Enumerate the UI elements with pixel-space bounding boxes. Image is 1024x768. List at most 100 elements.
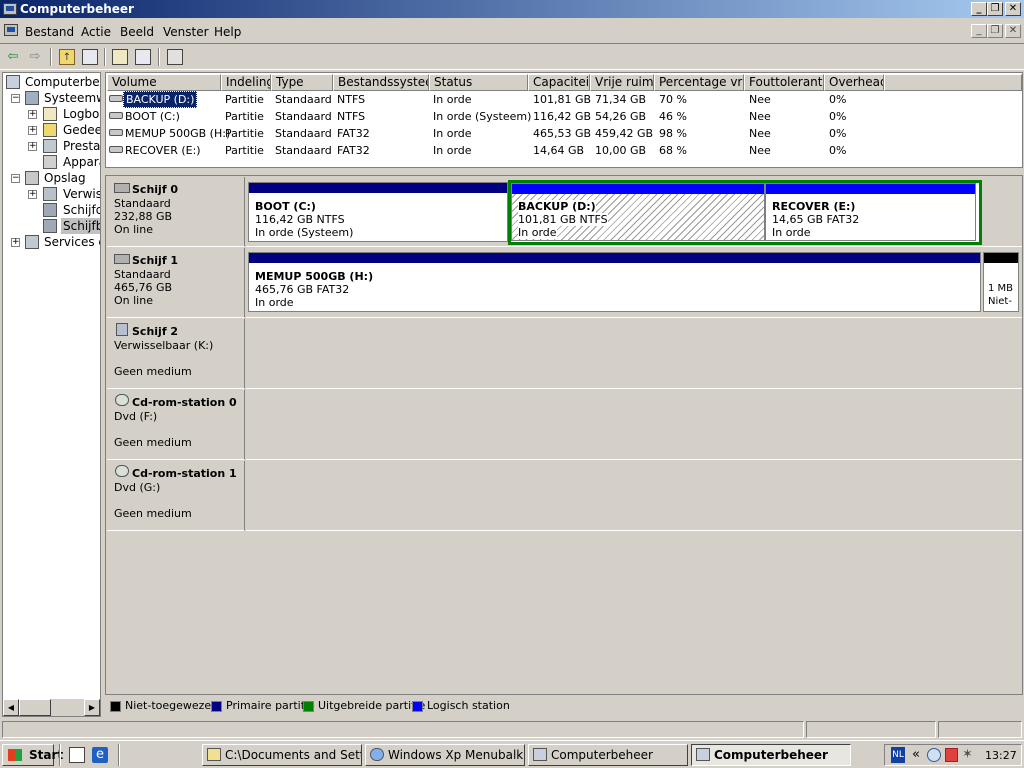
partition-backup[interactable]: BACKUP (D:) 101,81 GB NTFS In orde — [511, 183, 765, 241]
column-header-percentage-vrij[interactable]: Percentage vrij — [654, 74, 744, 91]
security-shield-icon[interactable] — [945, 748, 958, 762]
taskbar-button-computerbeheer[interactable]: Computerbeheer — [528, 744, 688, 766]
tree-item-verwisselbare-opslag[interactable]: Verwisselbare opslag — [63, 186, 100, 202]
network-icon[interactable] — [927, 748, 941, 762]
partition-info: 14,65 GB FAT32 — [772, 213, 860, 226]
child-restore-button[interactable]: ❐ — [987, 24, 1003, 38]
scroll-thumb[interactable] — [19, 699, 51, 716]
close-button[interactable]: ✕ — [1005, 2, 1021, 16]
tree-item-apparaatbeheer[interactable]: Apparaatbeheer — [63, 154, 100, 170]
mdi-child-icon[interactable] — [4, 24, 18, 36]
tree-item-services[interactable]: Services en toepassingen — [44, 234, 100, 250]
disk-name: Schijf 0 — [132, 183, 179, 196]
primary-partition-bar — [249, 183, 507, 193]
partition-recover[interactable]: RECOVER (E:) 14,65 GB FAT32 In orde — [765, 183, 976, 241]
properties-icon[interactable] — [112, 49, 128, 65]
column-header-bestandssysteem[interactable]: Bestandssysteem — [333, 74, 429, 91]
menu-beeld[interactable]: Beeld — [120, 25, 154, 39]
menu-actie[interactable]: Actie — [81, 25, 111, 39]
tree-item-systeemwerkset[interactable]: Systeemwerkset — [44, 90, 100, 106]
taskbar-button-browser[interactable]: Windows Xp Menubalk v... — [365, 744, 525, 766]
cd-drive-icon — [115, 465, 129, 477]
column-header-status[interactable]: Status — [429, 74, 528, 91]
toolbar-separator — [50, 48, 52, 66]
disk-1-partitions: MEMUP 500GB (H:) 465,76 GB FAT32 In orde… — [246, 248, 1022, 318]
column-header-fouttolerantie[interactable]: Fouttolerantie — [744, 74, 824, 91]
table-cell: Standaard — [275, 93, 332, 106]
menu-venster[interactable]: Venster — [163, 25, 209, 39]
child-close-button[interactable]: ✕ — [1005, 24, 1021, 38]
disk-2-label[interactable]: Schijf 2 Verwisselbaar (K:) Geen medium — [107, 319, 245, 389]
table-row[interactable]: BACKUP (D:) — [123, 91, 198, 108]
table-row[interactable]: MEMUP 500GB (H:) — [125, 125, 230, 142]
show-hidden-icons-chevron[interactable]: « — [912, 747, 920, 762]
expand-icon[interactable]: + — [28, 126, 37, 135]
disk-type: Verwisselbaar (K:) — [114, 339, 214, 352]
tree-item-computerbeheer[interactable]: Computerbeheer — [25, 74, 100, 90]
menu-bestand[interactable]: Bestand — [25, 25, 74, 39]
tree-item-logboeken[interactable]: Logboeken — [63, 106, 100, 122]
graphical-disk-view: Schijf 0 Standaard 232,88 GB On line BOO… — [105, 175, 1023, 695]
tree-horizontal-scrollbar[interactable]: ◀ ▶ — [3, 699, 100, 716]
expand-icon[interactable]: + — [28, 190, 37, 199]
menu-help[interactable]: Help — [214, 25, 241, 39]
table-cell: 0% — [829, 144, 847, 157]
scroll-right-icon[interactable]: ▶ — [84, 699, 100, 716]
restore-button[interactable]: ❐ — [987, 2, 1003, 16]
collapse-icon[interactable]: − — [11, 94, 20, 103]
export-icon[interactable] — [135, 49, 151, 65]
minimize-button[interactable]: _ — [971, 2, 987, 16]
help-icon[interactable] — [167, 49, 183, 65]
title-bar[interactable]: Computerbeheer _ ❐ ✕ — [0, 0, 1024, 18]
table-cell: FAT32 — [337, 144, 370, 157]
show-tree-icon[interactable] — [82, 49, 98, 65]
partition-memup[interactable]: MEMUP 500GB (H:) 465,76 GB FAT32 In orde — [248, 252, 981, 312]
expand-icon[interactable]: + — [11, 238, 20, 247]
disk-type: Dvd (F:) — [114, 410, 158, 423]
column-header-empty — [884, 74, 1022, 91]
taskbar-button-documents[interactable]: C:\Documents and Settin... — [202, 744, 362, 766]
table-cell: Partitie — [225, 144, 264, 157]
antivirus-icon[interactable]: ✶ — [962, 747, 973, 762]
column-header-indeling[interactable]: Indeling — [221, 74, 271, 91]
column-header-capaciteit[interactable]: Capaciteit — [528, 74, 590, 91]
table-cell: Nee — [749, 127, 771, 140]
legend-primary: Primaire partitie — [226, 699, 315, 712]
up-folder-icon[interactable]: ↑ — [59, 49, 75, 65]
quicklaunch-app-icon[interactable]: e — [92, 747, 108, 763]
column-header-overhead[interactable]: Overhead — [824, 74, 884, 91]
table-cell: 54,26 GB — [595, 110, 647, 123]
child-minimize-button[interactable]: _ — [971, 24, 987, 38]
cdrom-1-label[interactable]: Cd-rom-station 1 Dvd (G:) Geen medium — [107, 461, 245, 531]
disk-0-label[interactable]: Schijf 0 Standaard 232,88 GB On line — [107, 177, 245, 247]
forward-arrow-icon[interactable]: ⇨ — [27, 49, 43, 65]
pane-splitter[interactable] — [105, 168, 1023, 175]
expand-icon[interactable]: + — [28, 110, 37, 119]
show-desktop-icon[interactable] — [69, 747, 85, 763]
taskbar-button-computerbeheer-active[interactable]: Computerbeheer — [691, 744, 851, 766]
start-button[interactable]: Start — [2, 744, 63, 766]
cdrom-0-label[interactable]: Cd-rom-station 0 Dvd (F:) Geen medium — [107, 390, 245, 460]
tree-item-prestaties[interactable]: Prestatiel — [63, 138, 100, 154]
unallocated-bar — [984, 253, 1018, 263]
tree-item-schijfdefragmentatie[interactable]: Schijfdefragmentatie — [63, 202, 100, 218]
disk-1-label[interactable]: Schijf 1 Standaard 465,76 GB On line — [107, 248, 245, 318]
language-indicator[interactable]: NL — [891, 747, 905, 763]
table-row[interactable]: BOOT (C:) — [125, 108, 180, 125]
tree-item-opslag[interactable]: Opslag — [44, 170, 86, 186]
table-cell: NTFS — [337, 93, 366, 106]
expand-icon[interactable]: + — [28, 142, 37, 151]
unallocated-space[interactable]: 1 MB Niet- — [983, 252, 1019, 312]
partition-boot[interactable]: BOOT (C:) 116,42 GB NTFS In orde (Systee… — [248, 182, 508, 242]
column-header-vrije-ruimte[interactable]: Vrije ruimte — [590, 74, 654, 91]
column-header-volume[interactable]: Volume — [107, 74, 221, 91]
clock[interactable]: 13:27 — [985, 749, 1017, 762]
scroll-left-icon[interactable]: ◀ — [3, 699, 19, 716]
partition-status: In orde — [255, 296, 294, 309]
table-row[interactable]: RECOVER (E:) — [125, 142, 201, 159]
tree-item-gedeelde-mappen[interactable]: Gedeelde mappen — [63, 122, 100, 138]
column-header-type[interactable]: Type — [271, 74, 333, 91]
collapse-icon[interactable]: − — [11, 174, 20, 183]
back-arrow-icon[interactable]: ⇦ — [5, 49, 21, 65]
tree-item-schijfbeheer[interactable]: Schijfbeheer — [61, 218, 100, 234]
